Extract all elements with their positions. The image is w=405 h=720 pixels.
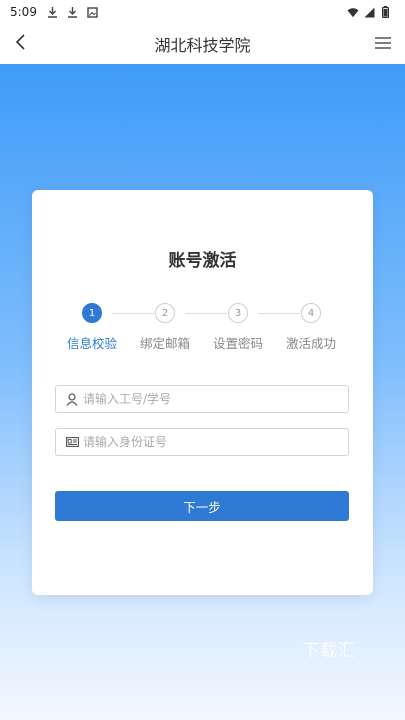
- step-label: 绑定邮箱: [139, 336, 190, 351]
- id-field: [55, 385, 349, 413]
- idcard-input[interactable]: [83, 430, 348, 454]
- step-set-password: 3 设置密码: [198, 303, 278, 352]
- step-label: 设置密码: [212, 336, 263, 351]
- status-time: 5:09: [10, 5, 37, 19]
- hamburger-menu-icon: [374, 35, 392, 54]
- step-bind-email: 2 绑定邮箱: [125, 303, 205, 352]
- step-number: 1: [82, 303, 102, 323]
- id-input[interactable]: [83, 387, 348, 411]
- app-header: 湖北科技学院: [0, 24, 405, 64]
- step-label: 激活成功: [285, 336, 336, 351]
- step-number: 4: [301, 303, 321, 323]
- page-title: 湖北科技学院: [154, 36, 251, 55]
- status-bar: 5:09: [0, 0, 405, 24]
- step-activation-success: 4 激活成功: [271, 303, 351, 352]
- image-icon: [87, 6, 99, 18]
- signal-icon: [363, 6, 375, 18]
- id-card-icon: [65, 435, 79, 449]
- chevron-left-icon: [14, 33, 26, 55]
- activation-card: 账号激活 1 信息校验 2 绑定邮箱 3 设置密码 4 激活成功 请输入工号/学…: [32, 190, 373, 595]
- card-title: 账号激活: [168, 251, 237, 271]
- menu-button[interactable]: [371, 32, 395, 56]
- back-button[interactable]: [8, 32, 32, 56]
- next-button[interactable]: 下一步: [55, 491, 349, 521]
- battery-icon: [379, 6, 391, 18]
- wifi-icon: [347, 6, 359, 18]
- step-label: 信息校验: [66, 336, 117, 351]
- step-number: 2: [155, 303, 175, 323]
- user-icon: [65, 392, 79, 406]
- idcard-field: [55, 428, 349, 456]
- download-icon: [67, 6, 79, 18]
- step-number: 3: [228, 303, 248, 323]
- download-icon: [47, 6, 59, 18]
- activation-stepper: 1 信息校验 2 绑定邮箱 3 设置密码 4 激活成功: [32, 303, 373, 353]
- watermark: 下载汇: [302, 641, 356, 661]
- step-info-check: 1 信息校验: [52, 303, 132, 352]
- status-indicators: [347, 6, 395, 18]
